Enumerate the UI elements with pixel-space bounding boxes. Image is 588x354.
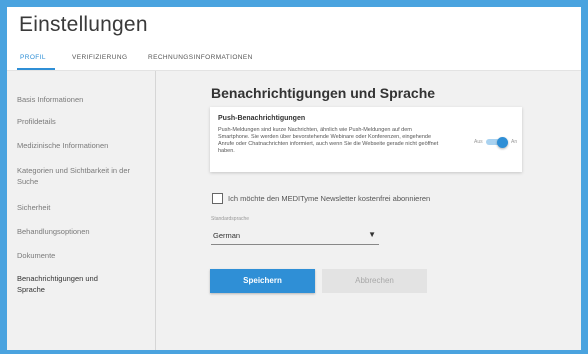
sidebar-item-kategorien[interactable]: Kategorien und Sichtbarkeit in der Suche <box>17 165 145 187</box>
push-title: Push-Benachrichtigungen <box>218 115 306 122</box>
active-tab-indicator <box>17 68 55 70</box>
push-description: Push-Meldungen sind kurze Nachrichten, ä… <box>218 127 439 154</box>
push-notification-card: Push-Benachrichtigungen Push-Meldungen s… <box>210 107 522 172</box>
settings-content: Basis Informationen Profildetails Medizi… <box>7 71 581 350</box>
toggle-knob <box>497 136 508 148</box>
sidebar-item-basis-informationen[interactable]: Basis Informationen <box>17 94 147 105</box>
push-toggle[interactable] <box>486 136 508 148</box>
tab-profil[interactable]: PROFIL <box>20 54 46 61</box>
toggle-off-label: Aus <box>474 139 483 145</box>
settings-sidebar: Basis Informationen Profildetails Medizi… <box>7 71 156 350</box>
page-title: Einstellungen <box>19 13 148 36</box>
toggle-on-label: An <box>511 139 518 145</box>
language-select[interactable]: German ▼ <box>211 226 379 245</box>
main-panel: Benachrichtigungen und Sprache Push-Bena… <box>156 71 581 350</box>
caret-down-icon: ▼ <box>368 230 376 239</box>
sidebar-item-medizinische-informationen[interactable]: Medizinische Informationen <box>17 140 147 151</box>
tab-verifizierung[interactable]: VERIFIZIERUNG <box>72 54 127 61</box>
sidebar-item-dokumente[interactable]: Dokumente <box>17 250 147 261</box>
tab-rechnungsinformationen[interactable]: RECHNUNGSINFORMATIONEN <box>148 54 253 61</box>
sidebar-item-benachrichtigungen[interactable]: Benachrichtigungen und Sprache <box>17 273 127 295</box>
sidebar-item-profildetails[interactable]: Profildetails <box>17 116 147 127</box>
section-title: Benachrichtigungen und Sprache <box>211 85 436 101</box>
newsletter-checkbox[interactable] <box>212 193 223 204</box>
sidebar-item-behandlungsoptionen[interactable]: Behandlungsoptionen <box>17 226 147 237</box>
language-value: German <box>213 231 241 240</box>
save-button[interactable]: Speichern <box>210 269 315 293</box>
language-label: Standardsprache <box>211 216 250 222</box>
cancel-button[interactable]: Abbrechen <box>322 269 427 293</box>
page-header: Einstellungen PROFIL VERIFIZIERUNG RECHN… <box>7 7 581 71</box>
tab-bar: PROFIL VERIFIZIERUNG RECHNUNGSINFORMATIO… <box>7 49 581 70</box>
newsletter-label[interactable]: Ich möchte den MEDITyme Newsletter koste… <box>228 194 430 203</box>
sidebar-item-sicherheit[interactable]: Sicherheit <box>17 202 147 213</box>
